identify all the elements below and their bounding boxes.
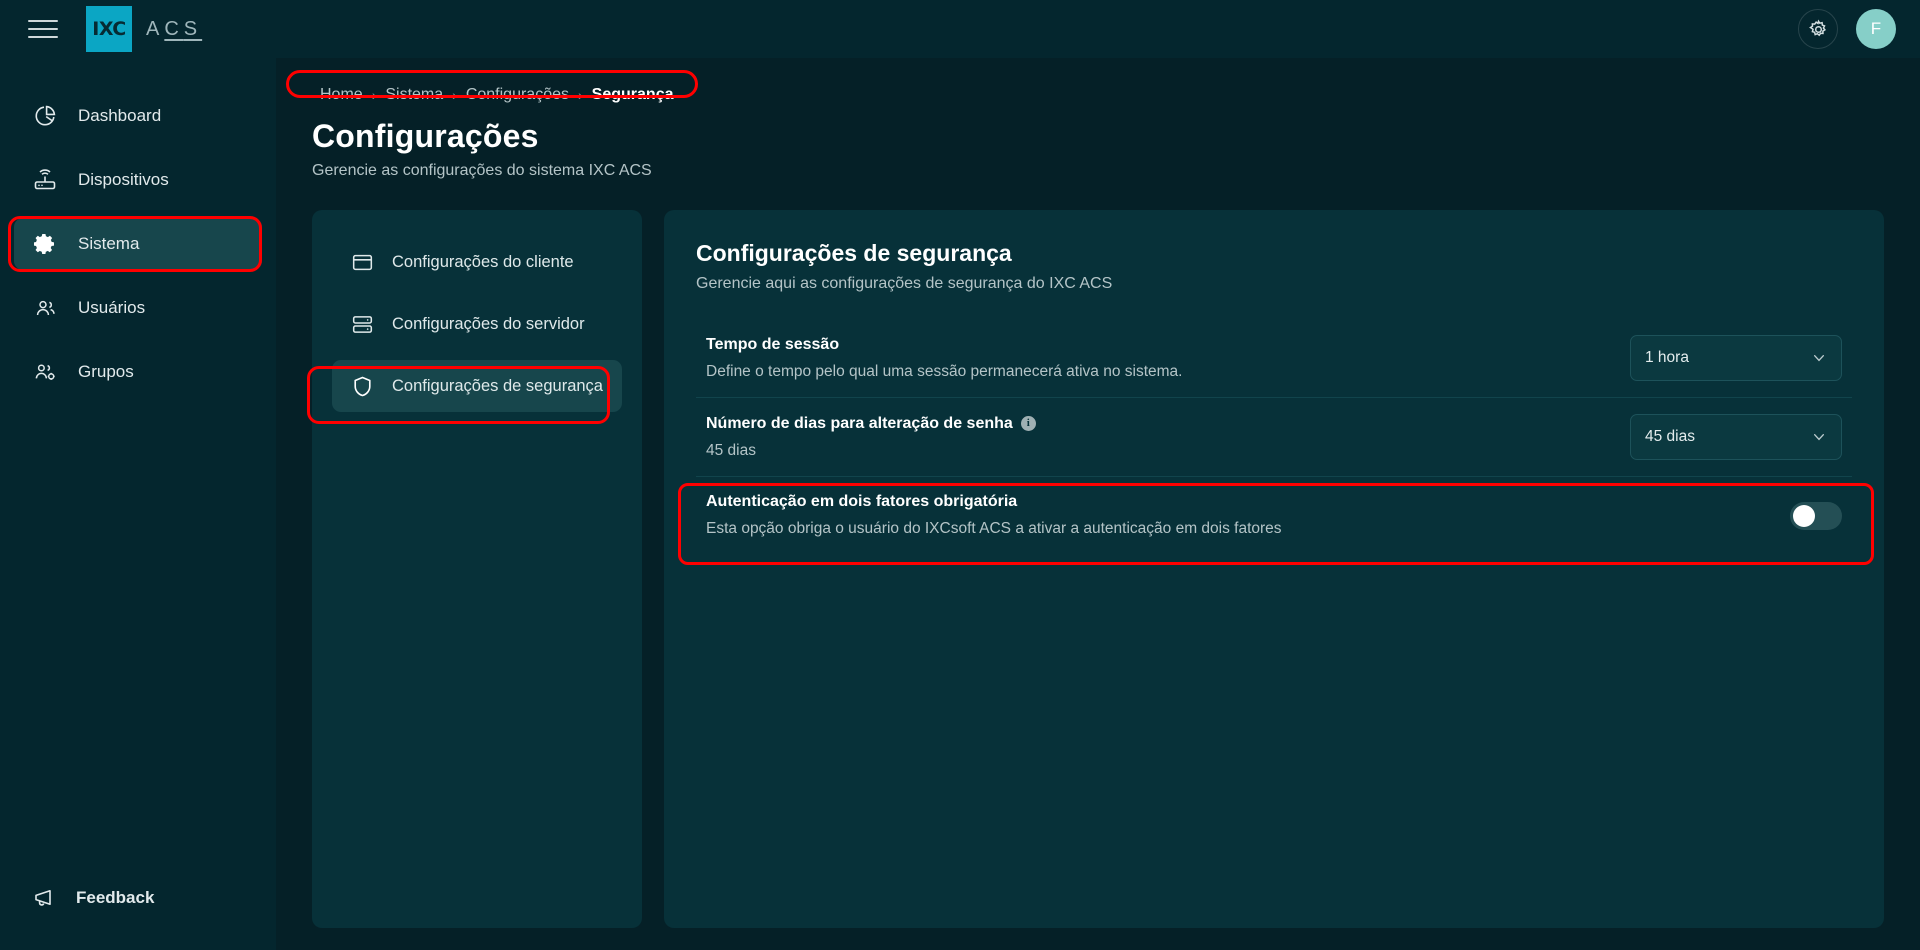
breadcrumb-item-sistema[interactable]: Sistema <box>385 86 443 104</box>
security-settings-card: Configurações de segurança Gerencie aqui… <box>664 210 1884 928</box>
router-icon <box>32 167 58 193</box>
menu-item-label: Configurações do servidor <box>392 314 585 333</box>
setting-description: 45 dias <box>706 441 756 459</box>
logo-letter-c: C <box>164 17 184 40</box>
info-icon[interactable]: i <box>1020 416 1036 431</box>
settings-panels: Configurações do cliente Configurações d… <box>312 210 1884 950</box>
window-icon <box>350 250 374 274</box>
app-logo[interactable]: IXC ACS <box>86 6 202 52</box>
sidebar: Dashboard Dispositivos Sistema Usuários … <box>0 58 276 950</box>
setting-label: Autenticação em dois fatores obrigatória <box>706 493 1790 511</box>
page-subtitle: Gerencie as configurações do sistema IXC… <box>312 162 652 179</box>
row-text: Autenticação em dois fatores obrigatória… <box>706 493 1790 538</box>
menu-item-seguranca[interactable]: Configurações de segurança <box>332 360 622 412</box>
sidebar-item-label: Usuários <box>78 298 146 317</box>
password-change-days-select[interactable]: 45 dias <box>1630 414 1842 460</box>
row-text: Número de dias para alteração de senha i… <box>706 415 1630 460</box>
sidebar-item-dispositivos[interactable]: Dispositivos <box>14 154 262 206</box>
chevron-down-icon <box>1811 350 1827 366</box>
main-content: Home › Sistema › Configurações › Seguran… <box>276 58 1920 950</box>
setting-label-text: Autenticação em dois fatores obrigatória <box>706 493 1018 510</box>
menu-item-label: Configurações do cliente <box>392 252 574 271</box>
top-bar-actions: F <box>1798 9 1896 49</box>
toggle-knob <box>1793 504 1815 527</box>
pie-chart-icon <box>32 103 58 129</box>
two-factor-auth-toggle[interactable] <box>1790 501 1842 530</box>
menu-item-label: Configurações de segurança <box>392 376 603 395</box>
setting-label: Tempo de sessão <box>706 336 1630 354</box>
setting-description: Define o tempo pelo qual uma sessão perm… <box>706 362 1183 380</box>
sidebar-item-sistema[interactable]: Sistema <box>14 218 262 270</box>
row-password-change-days: Número de dias para alteração de senha i… <box>696 398 1852 477</box>
app-body: Dashboard Dispositivos Sistema Usuários … <box>0 58 1920 950</box>
chevron-down-icon <box>1811 429 1827 445</box>
server-icon <box>350 312 374 336</box>
setting-label-text: Número de dias para alteração de senha <box>706 414 1013 432</box>
logo-letter-a: A <box>146 17 165 40</box>
megaphone-icon <box>32 885 58 911</box>
page-title: Configurações <box>312 118 539 154</box>
setting-label-text: Tempo de sessão <box>706 335 840 353</box>
breadcrumb: Home › Sistema › Configurações › Seguran… <box>312 82 681 108</box>
row-two-factor-auth: Autenticação em dois fatores obrigatória… <box>696 477 1852 554</box>
top-bar: IXC ACS F <box>0 0 1920 58</box>
sidebar-item-dashboard[interactable]: Dashboard <box>14 90 262 142</box>
feedback-label: Feedback <box>76 888 155 907</box>
ixc-logo-mark: IXC <box>86 6 132 52</box>
settings-menu-card: Configurações do cliente Configurações d… <box>312 210 642 928</box>
select-value: 1 hora <box>1645 349 1689 366</box>
setting-description: Esta opção obriga o usuário do IXCsoft A… <box>706 520 1282 537</box>
chevron-right-icon: › <box>452 87 457 103</box>
sidebar-item-label: Dashboard <box>78 106 162 125</box>
row-session-time: Tempo de sessão Define o tempo pelo qual… <box>696 319 1852 398</box>
feedback-button[interactable]: Feedback <box>14 872 262 924</box>
users-icon <box>32 295 58 321</box>
logo-letter-s: S <box>183 17 203 40</box>
setting-label: Número de dias para alteração de senha i <box>706 415 1630 433</box>
menu-item-cliente[interactable]: Configurações do cliente <box>332 236 622 288</box>
hamburger-icon[interactable] <box>28 12 62 46</box>
detail-title: Configurações de segurança <box>696 240 1012 266</box>
select-value: 45 dias <box>1645 428 1695 445</box>
chevron-right-icon: › <box>578 87 583 103</box>
breadcrumb-item-seguranca: Segurança <box>591 86 674 103</box>
gear-icon <box>32 231 58 257</box>
sidebar-item-grupos[interactable]: Grupos <box>14 346 262 398</box>
sidebar-item-label: Dispositivos <box>78 170 169 189</box>
users-gear-icon <box>32 359 58 385</box>
acs-logo-text: ACS <box>146 18 202 41</box>
shield-icon <box>350 374 374 398</box>
session-time-select[interactable]: 1 hora <box>1630 335 1842 381</box>
menu-item-servidor[interactable]: Configurações do servidor <box>332 298 622 350</box>
detail-subtitle: Gerencie aqui as configurações de segura… <box>696 275 1113 292</box>
breadcrumb-item-home[interactable]: Home <box>320 86 363 104</box>
gear-icon[interactable] <box>1798 9 1838 49</box>
avatar[interactable]: F <box>1856 9 1896 49</box>
app-window: IXC ACS F Dashboard Dispositivos Sistema… <box>0 0 1920 950</box>
breadcrumb-item-configuracoes[interactable]: Configurações <box>466 86 569 104</box>
sidebar-item-label: Sistema <box>78 234 140 253</box>
chevron-right-icon: › <box>371 87 377 103</box>
sidebar-item-label: Grupos <box>78 362 134 381</box>
row-text: Tempo de sessão Define o tempo pelo qual… <box>706 336 1630 381</box>
settings-list: Tempo de sessão Define o tempo pelo qual… <box>696 319 1852 554</box>
sidebar-item-usuarios[interactable]: Usuários <box>14 282 262 334</box>
